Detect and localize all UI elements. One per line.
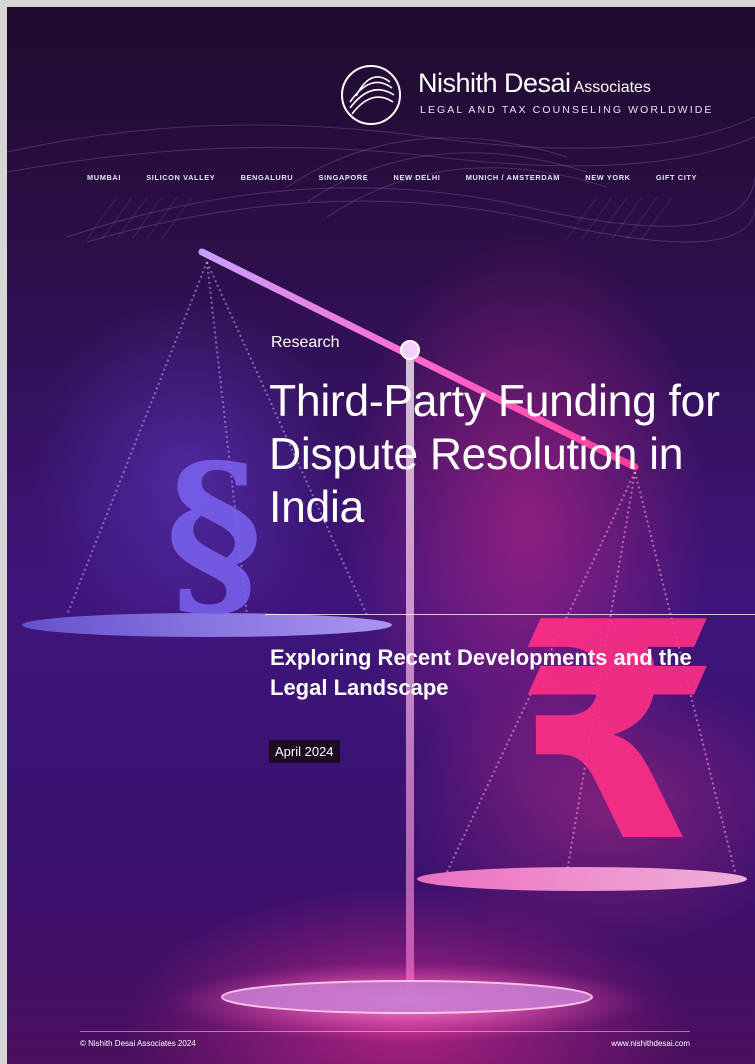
brand-tagline: LEGAL AND TAX COUNSELING WORLDWIDE: [420, 104, 714, 116]
cover-page: § ₹ Nishith Desai Associates LEGAL AND TA…: [7, 7, 755, 1064]
office-location: SINGAPORE: [318, 173, 369, 182]
scales-of-justice-illustration: § ₹: [7, 116, 755, 1042]
office-location: BENGALURU: [240, 173, 294, 182]
title-divider: [265, 614, 755, 615]
document-title: Third-Party Funding for Dispute Resoluti…: [269, 377, 720, 532]
office-location: NEW YORK: [585, 173, 631, 182]
footer-divider: [80, 1031, 690, 1032]
office-location: SILICON VALLEY: [146, 173, 216, 182]
publication-date: April 2024: [269, 740, 340, 763]
website-link[interactable]: www.nishithdesai.com: [611, 1039, 690, 1048]
logo-emblem-icon: [341, 65, 401, 125]
copyright-notice: © Nishith Desai Associates 2024: [80, 1039, 196, 1048]
office-locations: MUMBAI SILICON VALLEY BENGALURU SINGAPOR…: [87, 173, 697, 182]
document-category: Research: [271, 334, 340, 351]
office-location: NEW DELHI: [393, 173, 441, 182]
document-subtitle: Exploring Recent Developments and the Le…: [270, 645, 692, 700]
office-location: MUMBAI: [87, 173, 121, 182]
section-symbol-icon: §: [166, 423, 263, 641]
rupee-symbol-icon: ₹: [513, 559, 722, 908]
office-location: GIFT CITY: [655, 173, 697, 182]
brand-logo: Nishith Desai Associates LEGAL AND TAX CO…: [338, 62, 711, 126]
brand-name: Nishith Desai Associates: [418, 68, 651, 98]
office-location: MUNICH / AMSTERDAM: [465, 173, 560, 182]
